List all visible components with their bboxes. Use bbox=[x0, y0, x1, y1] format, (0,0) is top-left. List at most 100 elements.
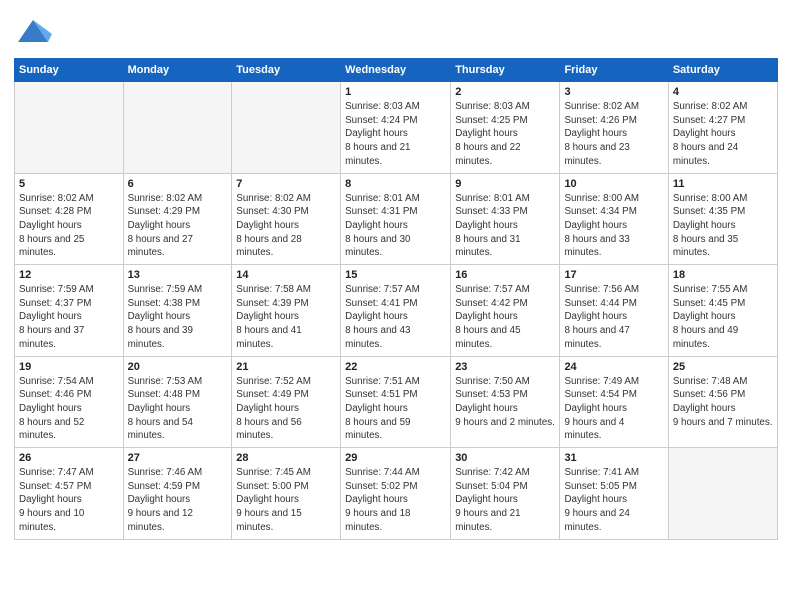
day-number: 4 bbox=[673, 86, 773, 98]
day-info: Sunrise: 8:03 AMSunset: 4:24 PMDaylight … bbox=[345, 100, 446, 169]
day-number: 22 bbox=[345, 361, 446, 373]
day-info: Sunrise: 7:52 AMSunset: 4:49 PMDaylight … bbox=[236, 375, 336, 444]
day-number: 14 bbox=[236, 269, 336, 281]
day-number: 31 bbox=[564, 452, 663, 464]
day-number: 29 bbox=[345, 452, 446, 464]
day-info: Sunrise: 7:59 AMSunset: 4:37 PMDaylight … bbox=[19, 283, 119, 352]
day-number: 16 bbox=[455, 269, 555, 281]
day-number: 17 bbox=[564, 269, 663, 281]
calendar-day-cell: 2 Sunrise: 8:03 AMSunset: 4:25 PMDaylight… bbox=[451, 82, 560, 174]
day-info: Sunrise: 7:51 AMSunset: 4:51 PMDaylight … bbox=[345, 375, 446, 444]
day-info: Sunrise: 7:45 AMSunset: 5:00 PMDaylight … bbox=[236, 466, 336, 535]
calendar-day-cell: 15 Sunrise: 7:57 AMSunset: 4:41 PMDayligh… bbox=[341, 265, 451, 357]
day-info: Sunrise: 7:57 AMSunset: 4:42 PMDaylight … bbox=[455, 283, 555, 352]
calendar-day-cell: 21 Sunrise: 7:52 AMSunset: 4:49 PMDayligh… bbox=[232, 356, 341, 448]
calendar-day-cell: 6 Sunrise: 8:02 AMSunset: 4:29 PMDaylight… bbox=[123, 173, 232, 265]
calendar-day-cell: 5Sunrise: 8:02 AMSunset: 4:28 PMDaylight… bbox=[15, 173, 124, 265]
calendar-day-cell bbox=[668, 448, 777, 540]
calendar-day-cell: 8Sunrise: 8:01 AMSunset: 4:31 PMDaylight… bbox=[341, 173, 451, 265]
day-info: Sunrise: 7:50 AMSunset: 4:53 PMDaylight … bbox=[455, 375, 555, 430]
day-number: 3 bbox=[564, 86, 663, 98]
calendar-day-cell bbox=[232, 82, 341, 174]
calendar-day-cell: 26 Sunrise: 7:47 AMSunset: 4:57 PMDayligh… bbox=[15, 448, 124, 540]
day-info: Sunrise: 7:56 AMSunset: 4:44 PMDaylight … bbox=[564, 283, 663, 352]
calendar-week-row: 12 Sunrise: 7:59 AMSunset: 4:37 PMDayligh… bbox=[15, 265, 778, 357]
calendar-day-cell: 18 Sunrise: 7:55 AMSunset: 4:45 PMDayligh… bbox=[668, 265, 777, 357]
day-info: Sunrise: 7:46 AMSunset: 4:59 PMDaylight … bbox=[128, 466, 228, 535]
day-info: Sunrise: 7:47 AMSunset: 4:57 PMDaylight … bbox=[19, 466, 119, 535]
day-info: Sunrise: 7:44 AMSunset: 5:02 PMDaylight … bbox=[345, 466, 446, 535]
day-number: 27 bbox=[128, 452, 228, 464]
day-info: Sunrise: 7:58 AMSunset: 4:39 PMDaylight … bbox=[236, 283, 336, 352]
calendar-week-row: 1 Sunrise: 8:03 AMSunset: 4:24 PMDaylight… bbox=[15, 82, 778, 174]
weekday-header-thursday: Thursday bbox=[451, 59, 560, 82]
logo bbox=[14, 14, 56, 52]
calendar-day-cell: 25Sunrise: 7:48 AMSunset: 4:56 PMDayligh… bbox=[668, 356, 777, 448]
day-number: 15 bbox=[345, 269, 446, 281]
day-number: 9 bbox=[455, 178, 555, 190]
day-number: 12 bbox=[19, 269, 119, 281]
day-number: 13 bbox=[128, 269, 228, 281]
day-number: 24 bbox=[564, 361, 663, 373]
weekday-header-saturday: Saturday bbox=[668, 59, 777, 82]
day-number: 19 bbox=[19, 361, 119, 373]
day-info: Sunrise: 8:02 AMSunset: 4:27 PMDaylight … bbox=[673, 100, 773, 169]
day-number: 18 bbox=[673, 269, 773, 281]
calendar-day-cell: 1 Sunrise: 8:03 AMSunset: 4:24 PMDaylight… bbox=[341, 82, 451, 174]
calendar-day-cell: 29 Sunrise: 7:44 AMSunset: 5:02 PMDayligh… bbox=[341, 448, 451, 540]
day-number: 23 bbox=[455, 361, 555, 373]
day-info: Sunrise: 8:02 AMSunset: 4:26 PMDaylight … bbox=[564, 100, 663, 169]
day-number: 30 bbox=[455, 452, 555, 464]
weekday-header-tuesday: Tuesday bbox=[232, 59, 341, 82]
calendar-table: SundayMondayTuesdayWednesdayThursdayFrid… bbox=[14, 58, 778, 540]
day-info: Sunrise: 7:57 AMSunset: 4:41 PMDaylight … bbox=[345, 283, 446, 352]
day-number: 1 bbox=[345, 86, 446, 98]
calendar-week-row: 5Sunrise: 8:02 AMSunset: 4:28 PMDaylight… bbox=[15, 173, 778, 265]
logo-icon bbox=[14, 14, 52, 52]
day-info: Sunrise: 7:49 AMSunset: 4:54 PMDaylight … bbox=[564, 375, 663, 444]
weekday-header-sunday: Sunday bbox=[15, 59, 124, 82]
day-number: 6 bbox=[128, 178, 228, 190]
calendar-day-cell: 14 Sunrise: 7:58 AMSunset: 4:39 PMDayligh… bbox=[232, 265, 341, 357]
calendar-day-cell: 3 Sunrise: 8:02 AMSunset: 4:26 PMDaylight… bbox=[560, 82, 668, 174]
day-number: 25 bbox=[673, 361, 773, 373]
day-number: 21 bbox=[236, 361, 336, 373]
day-info: Sunrise: 8:03 AMSunset: 4:25 PMDaylight … bbox=[455, 100, 555, 169]
day-number: 10 bbox=[564, 178, 663, 190]
day-info: Sunrise: 8:02 AMSunset: 4:29 PMDaylight … bbox=[128, 192, 228, 261]
day-info: Sunrise: 7:54 AMSunset: 4:46 PMDaylight … bbox=[19, 375, 119, 444]
day-info: Sunrise: 8:02 AMSunset: 4:30 PMDaylight … bbox=[236, 192, 336, 261]
header bbox=[14, 10, 778, 52]
calendar-week-row: 26 Sunrise: 7:47 AMSunset: 4:57 PMDayligh… bbox=[15, 448, 778, 540]
day-info: Sunrise: 8:01 AMSunset: 4:33 PMDaylight … bbox=[455, 192, 555, 261]
day-info: Sunrise: 8:02 AMSunset: 4:28 PMDaylight … bbox=[19, 192, 119, 261]
day-number: 7 bbox=[236, 178, 336, 190]
calendar-day-cell: 27 Sunrise: 7:46 AMSunset: 4:59 PMDayligh… bbox=[123, 448, 232, 540]
weekday-header-friday: Friday bbox=[560, 59, 668, 82]
day-number: 2 bbox=[455, 86, 555, 98]
calendar-day-cell: 16 Sunrise: 7:57 AMSunset: 4:42 PMDayligh… bbox=[451, 265, 560, 357]
calendar-day-cell: 17 Sunrise: 7:56 AMSunset: 4:44 PMDayligh… bbox=[560, 265, 668, 357]
weekday-header-monday: Monday bbox=[123, 59, 232, 82]
day-number: 28 bbox=[236, 452, 336, 464]
day-info: Sunrise: 7:42 AMSunset: 5:04 PMDaylight … bbox=[455, 466, 555, 535]
day-number: 26 bbox=[19, 452, 119, 464]
calendar-day-cell: 28 Sunrise: 7:45 AMSunset: 5:00 PMDayligh… bbox=[232, 448, 341, 540]
calendar-day-cell: 30 Sunrise: 7:42 AMSunset: 5:04 PMDayligh… bbox=[451, 448, 560, 540]
day-info: Sunrise: 7:41 AMSunset: 5:05 PMDaylight … bbox=[564, 466, 663, 535]
calendar-day-cell: 9 Sunrise: 8:01 AMSunset: 4:33 PMDaylight… bbox=[451, 173, 560, 265]
calendar-page: SundayMondayTuesdayWednesdayThursdayFrid… bbox=[0, 0, 792, 612]
calendar-day-cell: 13 Sunrise: 7:59 AMSunset: 4:38 PMDayligh… bbox=[123, 265, 232, 357]
day-info: Sunrise: 8:00 AMSunset: 4:35 PMDaylight … bbox=[673, 192, 773, 261]
weekday-header-row: SundayMondayTuesdayWednesdayThursdayFrid… bbox=[15, 59, 778, 82]
weekday-header-wednesday: Wednesday bbox=[341, 59, 451, 82]
day-info: Sunrise: 7:59 AMSunset: 4:38 PMDaylight … bbox=[128, 283, 228, 352]
calendar-day-cell: 19 Sunrise: 7:54 AMSunset: 4:46 PMDayligh… bbox=[15, 356, 124, 448]
calendar-week-row: 19 Sunrise: 7:54 AMSunset: 4:46 PMDayligh… bbox=[15, 356, 778, 448]
calendar-day-cell: 12 Sunrise: 7:59 AMSunset: 4:37 PMDayligh… bbox=[15, 265, 124, 357]
calendar-day-cell: 20Sunrise: 7:53 AMSunset: 4:48 PMDayligh… bbox=[123, 356, 232, 448]
day-number: 8 bbox=[345, 178, 446, 190]
calendar-day-cell bbox=[123, 82, 232, 174]
day-number: 20 bbox=[128, 361, 228, 373]
day-info: Sunrise: 7:55 AMSunset: 4:45 PMDaylight … bbox=[673, 283, 773, 352]
